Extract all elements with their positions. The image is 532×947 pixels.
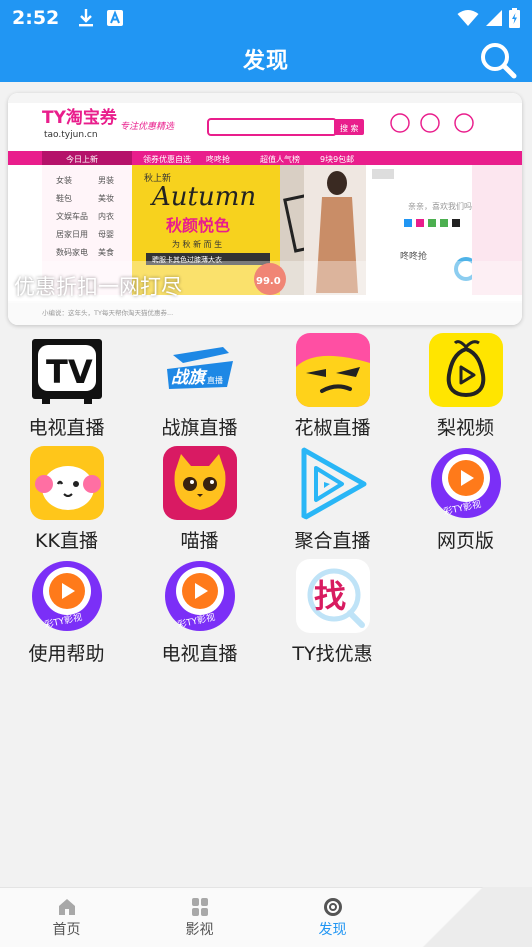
ty-play-icon: 彩TY影视 (429, 446, 503, 520)
app-tile-zhanqi[interactable]: 战旗 直播 战旗直播 (133, 333, 266, 445)
page-title: 发现 (242, 49, 289, 74)
ty-play-icon: 彩TY影视 (163, 559, 237, 633)
download-icon (79, 9, 94, 27)
app-tile-juhe-live[interactable]: 聚合直播 (266, 446, 399, 558)
banner-nav-1: 领券优惠自选 (143, 154, 191, 164)
huajiao-face-icon (295, 333, 370, 407)
bottom-nav: 首页 影视 发现 (0, 887, 532, 947)
banner-carousel[interactable]: TY淘宝券 tao.tyjun.cn 专注优惠精选 搜 索 今日上新 领券优惠自… (8, 93, 522, 325)
app-label: 网页版 (436, 530, 494, 552)
app-tile-kk-live[interactable]: KK直播 (0, 446, 133, 558)
svg-text:小编说：这年头，TY每天帮你淘天猫优惠券...: 小编说：这年头，TY每天帮你淘天猫优惠券... (42, 308, 173, 317)
svg-text:TV: TV (46, 353, 93, 391)
banner-search-button: 搜 索 (340, 123, 359, 133)
pear-play-icon (428, 333, 503, 407)
app-label: TY找优惠 (292, 643, 373, 665)
banner-cat-9: 美食 (98, 247, 114, 257)
svg-text:战旗: 战旗 (171, 368, 208, 388)
app-label: 使用帮助 (28, 643, 105, 665)
banner-cat-8: 数码家电 (56, 247, 88, 257)
banner-cat-6: 居家日用 (56, 229, 88, 239)
battery-icon (509, 8, 520, 28)
nav-item-home[interactable]: 首页 (0, 888, 133, 947)
a-letter-icon (107, 10, 124, 26)
svg-text:直播: 直播 (207, 375, 223, 385)
banner-cat-7: 母婴 (98, 230, 114, 239)
triangle-play-icon (296, 446, 370, 520)
nav-item-discover[interactable]: 发现 (266, 888, 399, 947)
banner-cat-1: 男装 (98, 175, 114, 185)
banner-nav-2: 咚咚抢 (206, 154, 230, 164)
app-tile-tv-live-2[interactable]: 彩TY影视 电视直播 (133, 559, 266, 671)
app-tile-help[interactable]: 彩TY影视 使用帮助 (0, 559, 133, 671)
app-tile-web-version[interactable]: 彩TY影视 网页版 (399, 446, 532, 558)
banner-promo-title: Autumn (150, 182, 256, 212)
banner-site-slogan: 专注优惠精选 (120, 121, 175, 132)
app-tile-ty-find-deals[interactable]: 找 TY找优惠 (266, 559, 399, 671)
wifi-icon (457, 10, 479, 26)
kk-face-icon (29, 446, 104, 520)
compass-icon (323, 897, 342, 916)
app-tile-huajiao[interactable]: 花椒直播 (266, 333, 399, 445)
app-label: 梨视频 (436, 417, 494, 439)
search-icon (481, 43, 517, 79)
app-label: KK直播 (35, 530, 98, 552)
banner-cat-5: 内衣 (98, 211, 114, 221)
find-icon: 找 (295, 559, 370, 633)
nav-label-movies: 影视 (185, 921, 214, 938)
app-label: 喵播 (180, 530, 219, 552)
banner-cat-4: 文娱车品 (56, 211, 88, 221)
nav-item-movies[interactable]: 影视 (133, 888, 266, 947)
find-char: 找 (314, 577, 346, 615)
status-time: 2:52 (12, 7, 60, 29)
app-tile-miaobo[interactable]: 喵播 (133, 446, 266, 558)
app-label: 花椒直播 (294, 417, 371, 439)
banner-cat-3: 美妆 (98, 193, 114, 203)
banner-site-name: TY淘宝券 (42, 107, 118, 128)
app-label: 电视直播 (161, 643, 238, 665)
app-tile-pear-video[interactable]: 梨视频 (399, 333, 532, 445)
banner-site-url: tao.tyjun.cn (44, 130, 98, 140)
svg-text:亲亲，喜欢我们吗: 亲亲，喜欢我们吗 (408, 201, 472, 211)
banner-nav-0: 今日上新 (66, 154, 98, 164)
banner-promo-subtitle: 秋颜悦色 (166, 216, 230, 235)
home-icon (58, 898, 75, 915)
banner-cat-0: 女装 (56, 175, 72, 185)
ty-play-icon: 彩TY影视 (30, 559, 104, 633)
app-tile-tv-live[interactable]: TV 电视直播 (0, 333, 133, 445)
zhanqi-logo-icon: 战旗 直播 (163, 333, 237, 407)
tv-icon: TV (30, 333, 104, 407)
banner-nav-3: 超值人气榜 (260, 154, 300, 164)
app-label: 战旗直播 (161, 417, 238, 439)
banner-nav-4: 9块9包邮 (320, 154, 354, 164)
nav-label-home: 首页 (52, 921, 81, 938)
signal-icon (486, 10, 502, 26)
banner-promo-tagline: 为 秋 新 而 生 (172, 239, 222, 249)
cat-face-icon (162, 446, 237, 520)
banner-caption: 优惠折扣一网打尽 (14, 275, 182, 299)
grid-icon (191, 897, 208, 916)
banner-cat-2: 鞋包 (56, 193, 72, 203)
app-bar: 发现 (0, 36, 532, 82)
app-label: 聚合直播 (294, 530, 371, 552)
status-bar: 2:52 (0, 0, 532, 36)
nav-label-discover: 发现 (318, 921, 347, 938)
app-label: 电视直播 (28, 417, 105, 439)
search-button[interactable] (478, 40, 518, 80)
